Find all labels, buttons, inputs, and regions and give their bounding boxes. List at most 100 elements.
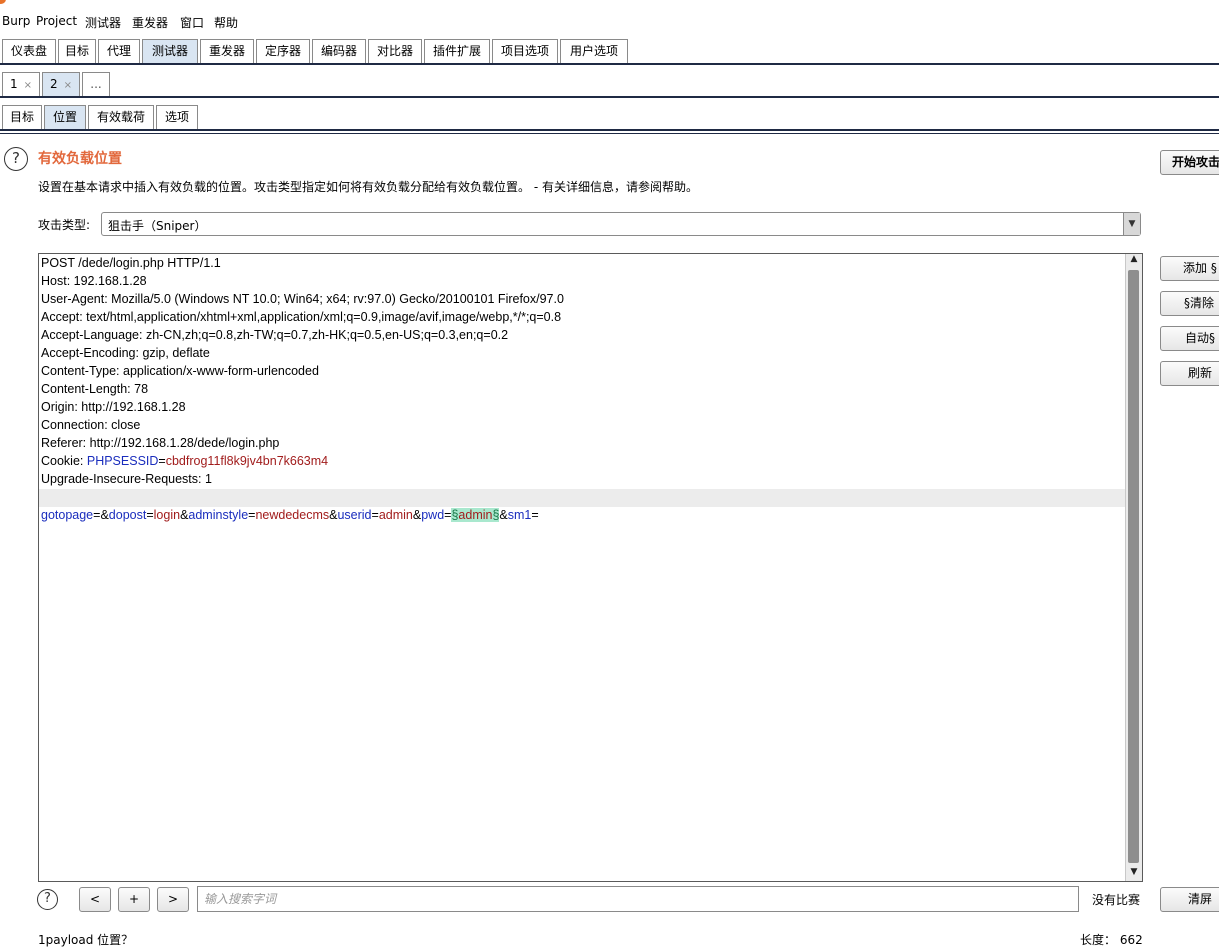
subtab-positions[interactable]: 位置 bbox=[44, 105, 86, 129]
editor-scrollbar[interactable]: ▲ ▼ bbox=[1125, 254, 1142, 881]
request-line: Connection: close bbox=[41, 418, 141, 432]
main-tab-bar: 仪表盘 目标 代理 测试器 重发器 定序器 编码器 对比器 插件扩展 项目选项 … bbox=[0, 39, 1219, 64]
sub-tab-divider-thin bbox=[0, 133, 1219, 134]
close-icon[interactable]: × bbox=[64, 80, 72, 91]
param-separator: & bbox=[499, 508, 508, 522]
request-line: Content-Type: application/x-www-form-url… bbox=[41, 364, 319, 378]
tab-target[interactable]: 目标 bbox=[58, 39, 96, 63]
cookie-value: cbdfrog11fl8k9jv4bn7k663m4 bbox=[165, 454, 329, 468]
menu-window[interactable]: 窗口 bbox=[180, 14, 204, 31]
search-next-button[interactable]: > bbox=[157, 887, 189, 912]
section-description: 设置在基本请求中插入有效负载的位置。攻击类型指定如何将有效负载分配给有效负载位置… bbox=[38, 180, 698, 194]
tab-sequencer[interactable]: 定序器 bbox=[256, 39, 310, 63]
request-line: Host: 192.168.1.28 bbox=[41, 274, 147, 288]
request-line: Referer: http://192.168.1.28/dede/login.… bbox=[41, 436, 280, 450]
param-separator: & bbox=[100, 508, 109, 522]
new-tab-button[interactable]: ... bbox=[82, 72, 110, 96]
param-value: newdedecms bbox=[255, 508, 330, 522]
attack-tab-2[interactable]: 2 × bbox=[42, 72, 80, 96]
subtab-target[interactable]: 目标 bbox=[2, 105, 42, 129]
tab-dashboard[interactable]: 仪表盘 bbox=[2, 39, 56, 63]
attack-tab-label: 2 bbox=[49, 77, 58, 91]
start-attack-button[interactable]: 开始攻击 bbox=[1160, 150, 1219, 175]
dropdown-arrow-icon[interactable]: ▼ bbox=[1123, 213, 1140, 235]
tab-extender[interactable]: 插件扩展 bbox=[424, 39, 490, 63]
tab-decoder[interactable]: 编码器 bbox=[312, 39, 366, 63]
request-body-line: gotopage=&dopost=login&adminstyle=newded… bbox=[41, 508, 539, 522]
scroll-down-icon[interactable]: ▼ bbox=[1126, 867, 1142, 881]
param-value: login bbox=[153, 508, 181, 522]
scroll-up-icon[interactable]: ▲ bbox=[1126, 254, 1142, 268]
refresh-button[interactable]: 刷新 bbox=[1160, 361, 1219, 386]
cookie-equals: = bbox=[158, 454, 166, 468]
menu-bar: Burp Project 测试器 重发器 窗口 帮助 bbox=[0, 10, 1219, 34]
subtab-options[interactable]: 选项 bbox=[156, 105, 198, 129]
menu-burp[interactable]: Burp bbox=[2, 14, 30, 28]
search-add-button[interactable]: + bbox=[118, 887, 150, 912]
cookie-name: PHPSESSID bbox=[86, 454, 159, 468]
auto-marker-button[interactable]: 自动§ bbox=[1160, 326, 1219, 351]
search-help-icon[interactable]: ? bbox=[37, 889, 58, 910]
search-field[interactable] bbox=[197, 886, 1079, 912]
window-title-strip bbox=[0, 0, 1219, 10]
request-line: Accept-Encoding: gzip, deflate bbox=[41, 346, 210, 360]
close-icon[interactable]: × bbox=[24, 80, 32, 91]
request-line: POST /dede/login.php HTTP/1.1 bbox=[41, 256, 221, 270]
subtab-payloads[interactable]: 有效载荷 bbox=[88, 105, 154, 129]
menu-repeater[interactable]: 重发器 bbox=[132, 14, 168, 31]
scroll-thumb[interactable] bbox=[1128, 270, 1139, 863]
search-match-status: 没有比赛 bbox=[1092, 893, 1141, 907]
param-key: userid bbox=[337, 508, 372, 522]
attack-type-label: 攻击类型: bbox=[38, 218, 91, 232]
burp-logo-icon bbox=[0, 0, 6, 4]
menu-help[interactable]: 帮助 bbox=[214, 14, 238, 31]
cookie-line: Cookie: PHPSESSID=cbdfrog11fl8k9jv4bn7k6… bbox=[41, 454, 328, 468]
param-key: pwd bbox=[421, 508, 445, 522]
request-line: Origin: http://192.168.1.28 bbox=[41, 400, 186, 414]
search-input[interactable] bbox=[202, 887, 1066, 911]
request-line: User-Agent: Mozilla/5.0 (Windows NT 10.0… bbox=[41, 292, 564, 306]
length-label: 长度： bbox=[1080, 933, 1117, 947]
clear-button[interactable]: 清屏 bbox=[1160, 887, 1219, 912]
attack-tab-1[interactable]: 1 × bbox=[2, 72, 40, 96]
cookie-prefix: Cookie: bbox=[41, 454, 87, 468]
main-tab-divider bbox=[0, 63, 1219, 65]
param-key: adminstyle bbox=[188, 508, 249, 522]
tab-comparer[interactable]: 对比器 bbox=[368, 39, 422, 63]
attack-tab-label: 1 bbox=[9, 77, 18, 91]
param-key: gotopage bbox=[41, 508, 94, 522]
attack-type-value: 狙击手（Sniper） bbox=[108, 219, 207, 233]
param-key: dopost bbox=[108, 508, 147, 522]
menu-intruder[interactable]: 测试器 bbox=[85, 14, 121, 31]
sub-tab-divider bbox=[0, 129, 1219, 131]
add-marker-button[interactable]: 添加 § bbox=[1160, 256, 1219, 281]
param-key: sm1 bbox=[507, 508, 532, 522]
clear-markers-button[interactable]: §清除 bbox=[1160, 291, 1219, 316]
tab-repeater[interactable]: 重发器 bbox=[200, 39, 254, 63]
request-line: Content-Length: 78 bbox=[41, 382, 149, 396]
attack-tab-bar: 1 × 2 × ... bbox=[0, 72, 1219, 97]
tab-user-options[interactable]: 用户选项 bbox=[560, 39, 628, 63]
param-equals: = bbox=[146, 508, 154, 522]
length-value: 662 bbox=[1119, 933, 1143, 947]
attack-tab-divider bbox=[0, 96, 1219, 98]
param-equals: = bbox=[531, 508, 539, 522]
param-separator: & bbox=[412, 508, 422, 522]
current-line-highlight bbox=[39, 489, 1127, 507]
tab-intruder[interactable]: 测试器 bbox=[142, 39, 198, 63]
search-prev-button[interactable]: < bbox=[79, 887, 111, 912]
menu-project[interactable]: Project bbox=[36, 14, 77, 28]
payload-position-value: admin bbox=[458, 508, 493, 522]
param-value: admin bbox=[378, 508, 413, 522]
payload-positions-count: 1payload 位置？ bbox=[38, 933, 134, 947]
param-equals: = bbox=[371, 508, 379, 522]
request-line: Upgrade-Insecure-Requests: 1 bbox=[41, 472, 212, 486]
attack-type-select[interactable]: 狙击手（Sniper） ▼ bbox=[101, 212, 1141, 236]
intruder-sub-tab-bar: 目标 位置 有效载荷 选项 bbox=[0, 105, 1219, 130]
request-editor[interactable]: POST /dede/login.php HTTP/1.1 Host: 192.… bbox=[38, 253, 1143, 882]
help-icon[interactable]: ? bbox=[4, 147, 28, 171]
tab-proxy[interactable]: 代理 bbox=[98, 39, 140, 63]
request-line: Accept-Language: zh-CN,zh;q=0.8,zh-TW;q=… bbox=[41, 328, 509, 342]
section-title: 有效负载位置 bbox=[38, 151, 122, 167]
tab-project-options[interactable]: 项目选项 bbox=[492, 39, 558, 63]
